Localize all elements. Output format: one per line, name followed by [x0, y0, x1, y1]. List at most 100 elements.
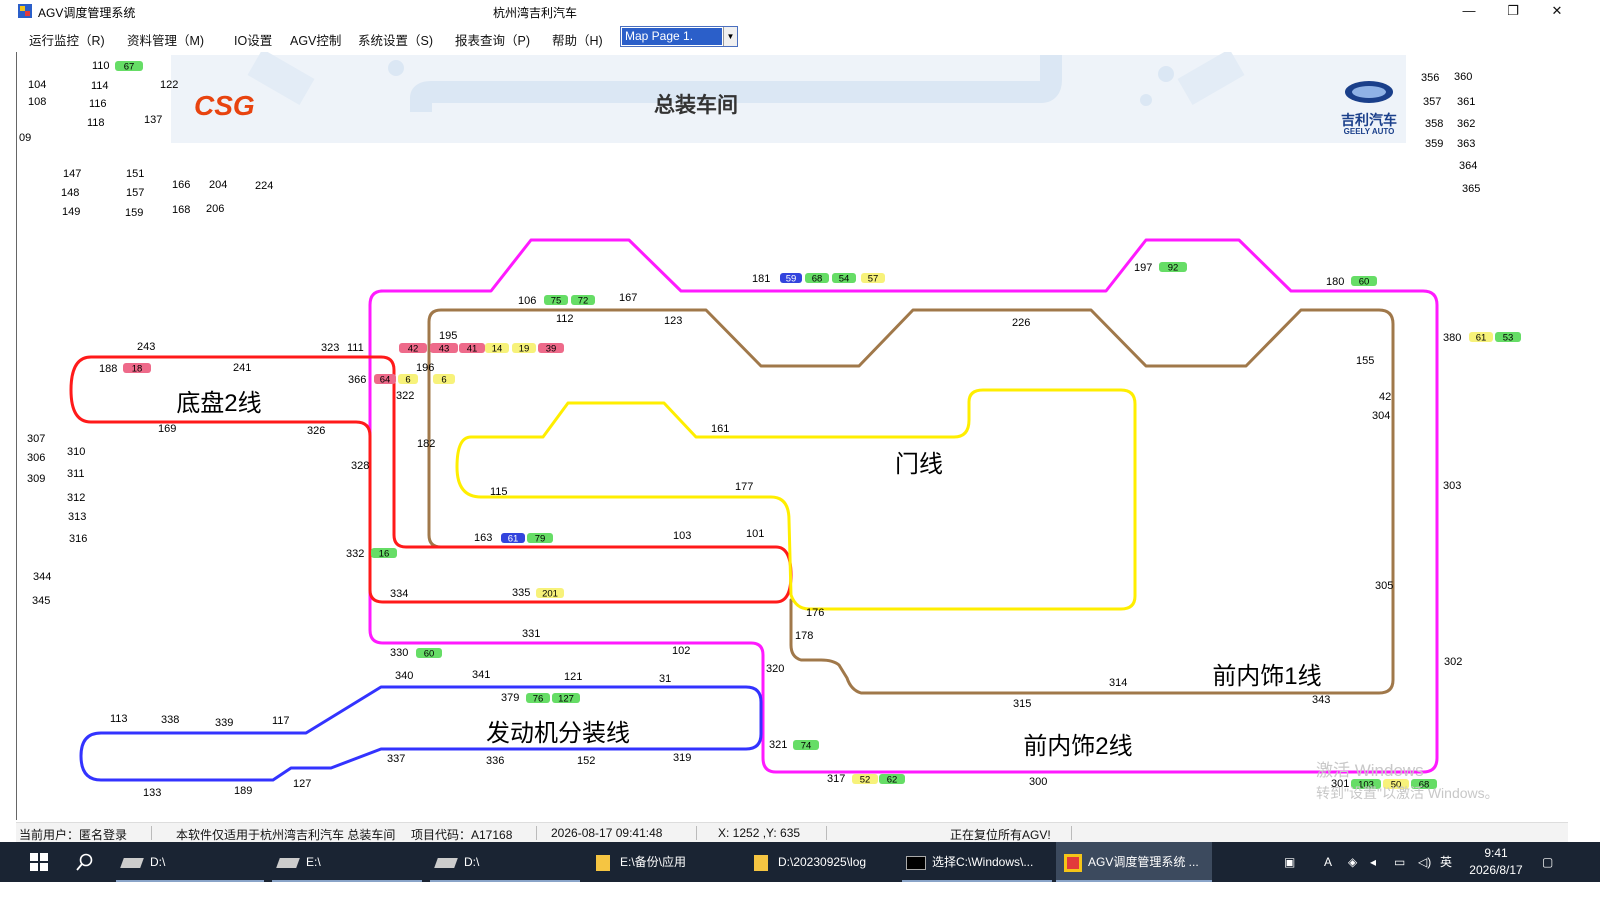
station-label[interactable]: 330 [390, 647, 408, 659]
station-label[interactable]: 226 [1012, 317, 1030, 329]
station-label[interactable]: 147 [63, 168, 81, 180]
station-label[interactable]: 204 [209, 179, 227, 191]
station-label[interactable]: 155 [1356, 355, 1374, 367]
station-label[interactable]: 312 [67, 492, 85, 504]
station-label[interactable]: 358 [1425, 118, 1443, 130]
station-label[interactable]: 316 [69, 533, 87, 545]
agv-badge[interactable]: 6 [398, 374, 418, 386]
station-label[interactable]: 168 [172, 204, 190, 216]
station-label[interactable]: 182 [417, 438, 435, 450]
station-label[interactable]: 361 [1457, 96, 1475, 108]
station-label[interactable]: 106 [518, 295, 536, 307]
station-label[interactable]: 359 [1425, 138, 1443, 150]
station-label[interactable]: 149 [62, 206, 80, 218]
station-label[interactable]: 117 [272, 715, 290, 727]
station-label[interactable]: 319 [673, 752, 691, 764]
station-label[interactable]: 343 [1312, 694, 1330, 706]
menu-run-monitor[interactable]: 运行监控（R) [29, 30, 105, 49]
tray-shield-icon[interactable]: ◈ [1348, 842, 1357, 882]
station-label[interactable]: 304 [1372, 410, 1390, 422]
station-label[interactable]: 148 [61, 187, 79, 199]
agv-badge[interactable]: 39 [538, 343, 564, 355]
station-label[interactable]: 300 [1029, 776, 1047, 788]
station-label[interactable]: 177 [735, 481, 753, 493]
station-label[interactable]: 314 [1109, 677, 1127, 689]
station-label[interactable]: 42 [1379, 391, 1391, 403]
search-button[interactable] [70, 842, 100, 882]
station-label[interactable]: 322 [396, 390, 414, 402]
station-label[interactable]: 366 [348, 374, 366, 386]
agv-badge[interactable]: 61 [1469, 332, 1493, 344]
station-label[interactable]: 344 [33, 571, 51, 583]
start-button[interactable] [24, 842, 54, 882]
map-canvas[interactable]: 总装车间 CSG 吉利汽车 GEELY AUTO 底盘2线 门线 前内饰1线 前… [16, 52, 1568, 820]
station-label[interactable]: 356 [1421, 72, 1439, 84]
station-label[interactable]: 323 [321, 342, 339, 354]
map-page-select[interactable]: Map Page 1. ▼ [620, 26, 738, 47]
station-label[interactable]: 113 [110, 713, 128, 725]
station-label[interactable]: 176 [806, 607, 824, 619]
agv-badge[interactable]: 75 [544, 295, 568, 307]
station-label[interactable]: 152 [577, 755, 595, 767]
close-button[interactable]: ✕ [1534, 0, 1580, 22]
agv-badge[interactable]: 60 [416, 648, 442, 660]
station-label[interactable]: 169 [158, 423, 176, 435]
station-label[interactable]: 336 [486, 755, 504, 767]
station-label[interactable]: 09 [19, 132, 31, 144]
station-label[interactable]: 188 [99, 363, 117, 375]
tray-news-icon[interactable]: ▣ [1284, 842, 1295, 882]
menu-help[interactable]: 帮助（H) [552, 30, 603, 49]
menu-io-settings[interactable]: IO设置 [234, 30, 272, 49]
minimize-button[interactable]: — [1446, 0, 1492, 22]
agv-badge[interactable]: 57 [861, 273, 885, 285]
agv-badge[interactable]: 16 [371, 548, 397, 560]
station-label[interactable]: 364 [1459, 160, 1477, 172]
menu-agv-control[interactable]: AGV控制 [290, 30, 341, 49]
station-label[interactable]: 127 [293, 778, 311, 790]
station-label[interactable]: 102 [672, 645, 690, 657]
station-label[interactable]: 339 [215, 717, 233, 729]
station-label[interactable]: 123 [664, 315, 682, 327]
agv-badge[interactable]: 201 [536, 588, 564, 600]
station-label[interactable]: 101 [746, 528, 764, 540]
station-label[interactable]: 302 [1444, 656, 1462, 668]
station-label[interactable]: 332 [346, 548, 364, 560]
station-label[interactable]: 345 [32, 595, 50, 607]
station-label[interactable]: 317 [827, 773, 845, 785]
station-label[interactable]: 338 [161, 714, 179, 726]
station-label[interactable]: 224 [255, 180, 273, 192]
station-label[interactable]: 116 [89, 98, 107, 110]
taskbar-item-log-folder[interactable]: D:\20230925\log [748, 842, 898, 882]
station-label[interactable]: 340 [395, 670, 413, 682]
station-label[interactable]: 180 [1326, 276, 1344, 288]
station-label[interactable]: 365 [1462, 183, 1480, 195]
menu-data-management[interactable]: 资料管理（M) [127, 30, 204, 49]
station-label[interactable]: 104 [28, 79, 46, 91]
agv-badge[interactable]: 74 [793, 740, 819, 752]
station-label[interactable]: 114 [91, 80, 109, 92]
station-label[interactable]: 315 [1013, 698, 1031, 710]
station-label[interactable]: 306 [27, 452, 45, 464]
tray-network-icon[interactable]: ▭ [1394, 842, 1405, 882]
station-label[interactable]: 122 [160, 79, 178, 91]
station-label[interactable]: 206 [206, 203, 224, 215]
tray-volume-icon[interactable]: ◁) [1418, 842, 1431, 882]
agv-badge[interactable]: 18 [123, 363, 151, 375]
taskbar-item-backup-folder[interactable]: E:\备份\应用 [590, 842, 740, 882]
agv-badge[interactable]: 52 [852, 774, 878, 786]
station-label[interactable]: 196 [416, 362, 434, 374]
station-label[interactable]: 108 [28, 96, 46, 108]
station-label[interactable]: 321 [769, 739, 787, 751]
station-label[interactable]: 103 [673, 530, 691, 542]
station-label[interactable]: 137 [144, 114, 162, 126]
agv-badge[interactable]: 43 [430, 343, 458, 355]
agv-badge[interactable]: 72 [571, 295, 595, 307]
station-label[interactable]: 309 [27, 473, 45, 485]
station-label[interactable]: 157 [126, 187, 144, 199]
taskbar-clock[interactable]: 9:41 2026/8/17 [1466, 845, 1526, 879]
agv-badge[interactable]: 76 [526, 693, 550, 705]
agv-badge[interactable]: 61 [501, 533, 525, 545]
agv-badge[interactable]: 14 [485, 343, 509, 355]
station-label[interactable]: 337 [387, 753, 405, 765]
station-label[interactable]: 159 [125, 207, 143, 219]
